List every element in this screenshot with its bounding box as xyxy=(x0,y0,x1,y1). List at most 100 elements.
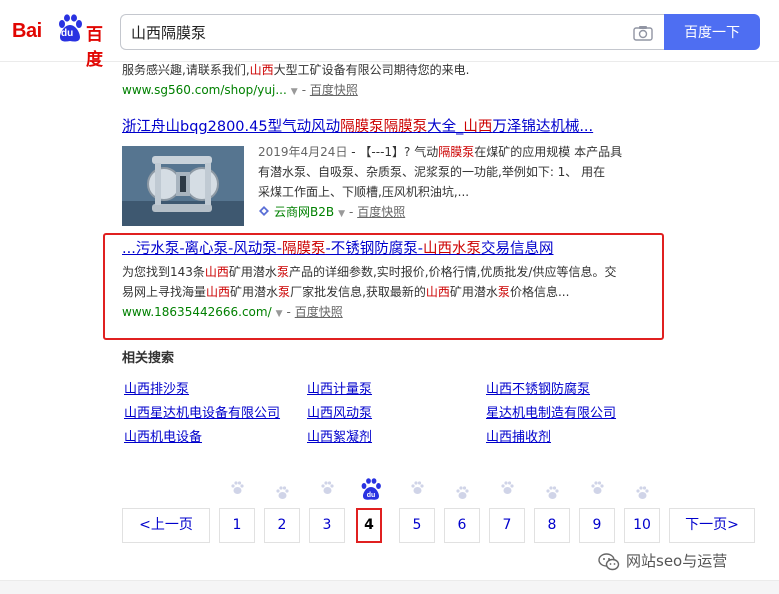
snippet-text: 价格信息... xyxy=(509,285,570,299)
footer-bar xyxy=(0,580,779,594)
related-search-link[interactable]: 山西捕收剂 xyxy=(486,426,551,445)
snippet-highlight: 泵 xyxy=(497,285,510,299)
title-highlight: 隔膜泵 xyxy=(282,241,326,257)
result-thumbnail[interactable] xyxy=(122,146,244,226)
paw-icon xyxy=(411,481,424,494)
diaphragm-pump-image-icon xyxy=(122,146,244,226)
result-url[interactable]: www.18635442666.com/ xyxy=(122,305,272,319)
dropdown-arrow-icon[interactable]: ▼ xyxy=(276,309,283,319)
kuaizhao-link[interactable]: 百度快照 xyxy=(310,83,358,97)
related-search-link[interactable]: 山西絮凝剂 xyxy=(307,426,372,445)
title-text: 浙江舟山bqg2800.45型气动风动 xyxy=(122,119,341,135)
search-button[interactable]: 百度一下 xyxy=(664,14,760,50)
paw-icon xyxy=(231,481,244,494)
watermark-text: 网站seo与运营 xyxy=(626,550,727,571)
related-search-link[interactable]: 山西不锈钢防腐泵 xyxy=(486,378,590,397)
snippet-text: 为您找到143条 xyxy=(122,265,205,279)
result-date: 2019年4月24日 xyxy=(258,145,348,159)
paw-icon xyxy=(546,486,559,499)
title-highlight: 隔膜泵隔膜泵 xyxy=(340,119,428,135)
snippet-highlight: 泵 xyxy=(278,285,291,299)
dropdown-arrow-icon[interactable]: ▼ xyxy=(291,87,298,97)
title-text: -不锈钢防腐泵- xyxy=(325,241,423,257)
title-text: 万泽锦达机械... xyxy=(492,119,594,135)
separator: - xyxy=(349,205,358,219)
logo-text-bai: Bai xyxy=(12,20,42,42)
page-button-8[interactable]: 8 xyxy=(534,508,570,543)
result-url[interactable]: www.sg560.com/shop/yuj... xyxy=(122,83,287,97)
page-button-9[interactable]: 9 xyxy=(579,508,615,543)
snippet-highlight: 山西 xyxy=(249,63,274,77)
result-snippet: 为您找到143条山西矿用潜水泵产品的详细参数,实时报价,价格行情,优质批发/供应… xyxy=(122,262,662,282)
title-text: ...污水泵-离心泵-风动泵- xyxy=(122,241,283,257)
result-snippet: 2019年4月24日 - 【---1】? 气动隔膜泵在煤矿的应用规模 本产品具 xyxy=(258,142,658,162)
watermark-label: 网站seo与运营 xyxy=(626,552,728,570)
logo-text-du: du xyxy=(61,28,74,39)
page-button-2[interactable]: 2 xyxy=(264,508,300,543)
prev-page-button[interactable]: <上一页 xyxy=(122,508,210,543)
title-text: 大全_ xyxy=(427,119,464,135)
snippet-text: 矿用潜水 xyxy=(230,285,279,299)
separator: - xyxy=(301,83,310,97)
result-title-link[interactable]: 浙江舟山bqg2800.45型气动风动隔膜泵隔膜泵大全_山西万泽锦达机械... xyxy=(122,119,593,135)
snippet-text: 产品的详细参数,实时报价,价格行情,优质批发/供应等信息。交 xyxy=(288,265,617,279)
snippet-highlight: 隔膜泵 xyxy=(438,145,475,159)
search-result: 服务感兴趣,请联系我们,山西大型工矿设备有限公司期待您的来电. www.sg56… xyxy=(122,60,662,102)
paw-icon xyxy=(591,481,604,494)
result-url-line: www.18635442666.com/ ▼ - 百度快照 xyxy=(122,302,662,324)
kuaizhao-link[interactable]: 百度快照 xyxy=(357,205,405,219)
dropdown-arrow-icon[interactable]: ▼ xyxy=(338,209,345,219)
paw-icon xyxy=(456,486,469,499)
b2b-source-icon xyxy=(259,206,269,216)
title-text: 交易信息网 xyxy=(481,241,554,257)
related-search-link[interactable]: 山西机电设备 xyxy=(124,426,202,445)
snippet-text: 矿用潜水 xyxy=(449,285,498,299)
snippet-text: 矿用潜水 xyxy=(228,265,277,279)
paw-icon xyxy=(276,486,289,499)
page-button-3[interactable]: 3 xyxy=(309,508,345,543)
current-page: 4 xyxy=(356,508,382,543)
next-page-button[interactable]: 下一页> xyxy=(669,508,755,543)
related-search-link[interactable]: 山西风动泵 xyxy=(307,402,372,421)
pagination: du <上一页 1 2 3 4 5 6 7 8 9 10 下一页> xyxy=(0,478,779,548)
related-searches: 相关搜索 山西排沙泵 山西计量泵 山西不锈钢防腐泵 山西星达机电设备有限公司 山… xyxy=(122,350,682,445)
page-button-7[interactable]: 7 xyxy=(489,508,525,543)
page-button-10[interactable]: 10 xyxy=(624,508,660,543)
result-body: 2019年4月24日 - 【---1】? 气动隔膜泵在煤矿的应用规模 本产品具 … xyxy=(258,142,658,224)
result-source[interactable]: 云商网B2B xyxy=(274,205,334,219)
kuaizhao-link[interactable]: 百度快照 xyxy=(295,305,343,319)
result-snippet: 服务感兴趣,请联系我们,山西大型工矿设备有限公司期待您的来电. xyxy=(122,60,662,80)
search-input[interactable] xyxy=(131,15,611,49)
baidu-logo[interactable]: Bai du 百度 xyxy=(12,14,116,70)
snippet-text: 大型工矿设备有限公司期待您的来电. xyxy=(273,63,470,77)
header: Bai du 百度 百度一下 xyxy=(0,0,779,70)
related-searches-title: 相关搜索 xyxy=(122,351,175,366)
page-button-1[interactable]: 1 xyxy=(219,508,255,543)
snippet-text: 厂家批发信息,获取最新的 xyxy=(290,285,426,299)
current-page-paw-icon: du xyxy=(361,478,381,500)
paw-icon xyxy=(321,481,334,494)
result-url-line: www.sg560.com/shop/yuj... ▼ - 百度快照 xyxy=(122,80,662,102)
related-search-link[interactable]: 山西星达机电设备有限公司 xyxy=(124,402,280,421)
snippet-text: 易网上寻找海量 xyxy=(122,285,207,299)
page-button-6[interactable]: 6 xyxy=(444,508,480,543)
related-search-link[interactable]: 山西计量泵 xyxy=(307,378,372,397)
snippet-text: 在煤矿的应用规模 本产品具 xyxy=(474,145,623,159)
snippet-highlight: 泵 xyxy=(276,265,289,279)
result-url-line: 云商网B2B ▼ - 百度快照 xyxy=(258,202,658,224)
page-button-5[interactable]: 5 xyxy=(399,508,435,543)
title-highlight: 山西水泵 xyxy=(423,241,481,257)
camera-icon[interactable] xyxy=(633,25,653,41)
snippet-line: 有潜水泵、自吸泵、杂质泵、泥浆泵的一功能,举例如下: 1、 用在 xyxy=(258,165,606,179)
related-search-link[interactable]: 星达机电制造有限公司 xyxy=(486,402,616,421)
search-result: 浙江舟山bqg2800.45型气动风动隔膜泵隔膜泵大全_山西万泽锦达机械... … xyxy=(122,116,662,226)
snippet-highlight: 山西 xyxy=(206,285,231,299)
logo-text-baidu-cn: 百度 xyxy=(86,25,103,70)
snippet-highlight: 山西 xyxy=(425,285,450,299)
paw-icon xyxy=(501,481,514,494)
related-search-link[interactable]: 山西排沙泵 xyxy=(124,378,189,397)
title-highlight: 山西 xyxy=(463,119,493,135)
snippet-line: 采煤工作面上、下顺槽,压风机积油坑,... xyxy=(258,185,470,199)
result-title-link[interactable]: ...污水泵-离心泵-风动泵-隔膜泵-不锈钢防腐泵-山西水泵交易信息网 xyxy=(122,241,554,257)
search-result: ...污水泵-离心泵-风动泵-隔膜泵-不锈钢防腐泵-山西水泵交易信息网 为您找到… xyxy=(122,238,662,324)
